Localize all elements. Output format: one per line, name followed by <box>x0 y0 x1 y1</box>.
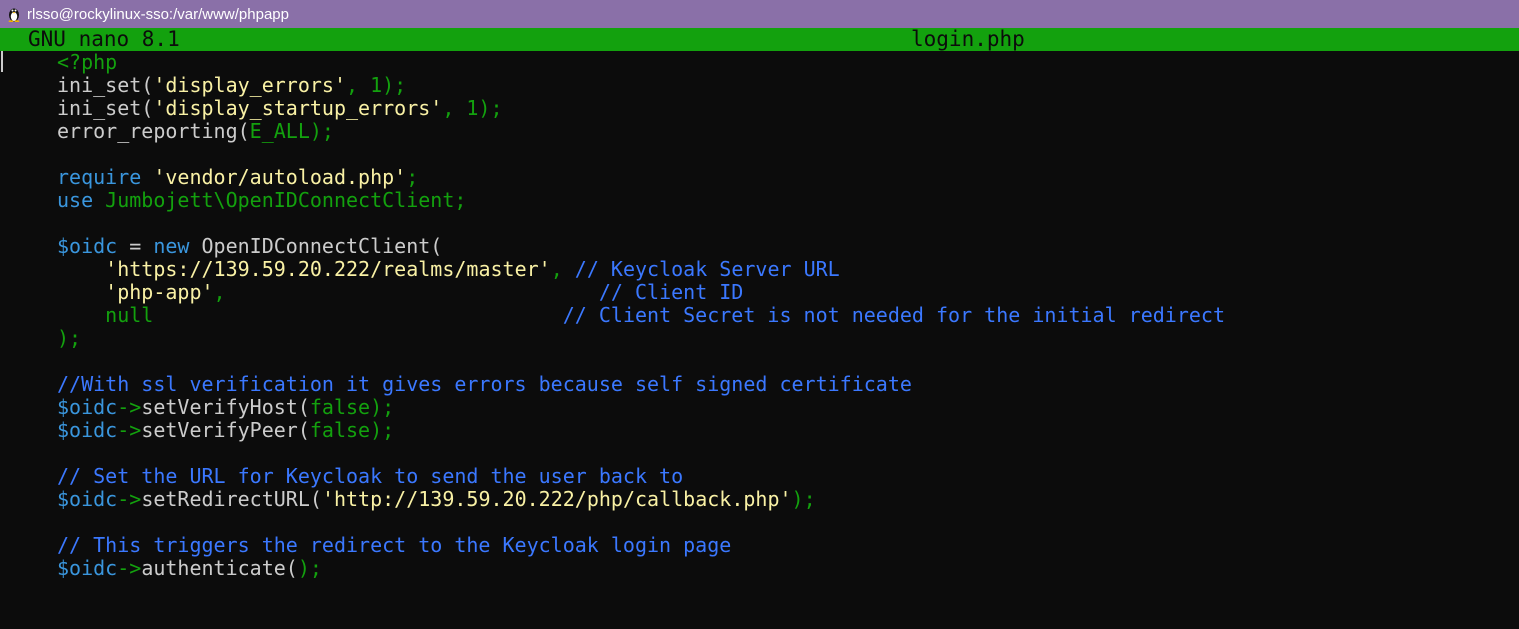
code-token: -> <box>117 556 142 580</box>
code-line[interactable]: 'php-app', // Client ID <box>57 281 1225 304</box>
code-token: ini_set( <box>57 96 154 120</box>
window-title: rlsso@rockylinux-sso:/var/www/phpapp <box>27 5 289 23</box>
code-token: use <box>57 188 106 212</box>
code-line[interactable]: $oidc->setRedirectURL('http://139.59.20.… <box>57 488 1225 511</box>
code-line[interactable]: null // Client Secret is not needed for … <box>57 304 1225 327</box>
code-token: 'https://139.59.20.222/realms/master' <box>105 257 551 281</box>
code-line[interactable]: <?php <box>57 51 1225 74</box>
code-token: ); <box>297 556 322 580</box>
code-token: , <box>550 257 575 281</box>
code-token: 'http://139.59.20.222/php/callback.php' <box>321 487 792 511</box>
code-line[interactable]: $oidc->setVerifyPeer(false); <box>57 419 1225 442</box>
code-token: setVerifyPeer( <box>141 418 310 442</box>
code-token: -> <box>117 395 142 419</box>
code-token: setVerifyHost( <box>141 395 310 419</box>
code-token: setRedirectURL( <box>141 487 322 511</box>
code-token: false); <box>309 395 395 419</box>
text-cursor <box>1 51 3 72</box>
code-token: // Client ID <box>598 280 744 304</box>
code-token: new <box>153 234 202 258</box>
code-line[interactable]: require 'vendor/autoload.php'; <box>57 166 1225 189</box>
code-line[interactable]: 'https://139.59.20.222/realms/master', /… <box>57 258 1225 281</box>
code-token: , <box>213 280 599 304</box>
nano-header-bar: GNU nano 8.1 login.php <box>0 28 1519 51</box>
code-line[interactable]: // Set the URL for Keycloak to send the … <box>57 465 1225 488</box>
code-token: <?php <box>57 50 118 74</box>
code-line[interactable] <box>57 442 1225 465</box>
window-titlebar: rlsso@rockylinux-sso:/var/www/phpapp <box>0 0 1519 28</box>
code-token: authenticate( <box>141 556 298 580</box>
code-line[interactable] <box>57 350 1225 373</box>
code-line[interactable]: $oidc->authenticate(); <box>57 557 1225 580</box>
code-line[interactable] <box>57 212 1225 235</box>
code-token: E_ALL); <box>249 119 334 143</box>
code-token: $oidc <box>57 487 118 511</box>
editor-area[interactable]: <?php ini_set('display_errors', 1); ini_se… <box>0 51 1519 629</box>
code-token: // Client Secret is not needed for the i… <box>562 303 1225 327</box>
code-token: 'display_errors' <box>153 73 346 97</box>
code-line[interactable]: //With ssl verification it gives errors … <box>57 373 1225 396</box>
code-token: null <box>105 303 563 327</box>
code-line[interactable] <box>57 143 1225 166</box>
code-token: error_reporting( <box>57 119 250 143</box>
code-token: = <box>117 234 154 258</box>
code-token: ); <box>791 487 816 511</box>
code-line[interactable]: ); <box>57 327 1225 350</box>
code-token: -> <box>117 487 142 511</box>
code-line[interactable]: // This triggers the redirect to the Key… <box>57 534 1225 557</box>
code-token: -> <box>117 418 142 442</box>
code-token: $oidc <box>57 556 118 580</box>
code-token: OpenIDConnectClient( <box>201 234 443 258</box>
code-token: $oidc <box>57 418 118 442</box>
code-line[interactable]: ini_set('display_startup_errors', 1); <box>57 97 1225 120</box>
code-line[interactable] <box>57 511 1225 534</box>
code-token: , 1); <box>345 73 407 97</box>
code-token: ini_set( <box>57 73 154 97</box>
code-token: 'php-app' <box>105 280 214 304</box>
code-content[interactable]: <?php ini_set('display_errors', 1); ini_se… <box>57 51 1225 580</box>
code-line[interactable]: $oidc->setVerifyHost(false); <box>57 396 1225 419</box>
code-line[interactable]: use Jumbojett\OpenIDConnectClient; <box>57 189 1225 212</box>
code-token: // Keycloak Server URL <box>574 257 840 281</box>
code-token: require <box>57 165 154 189</box>
file-name: login.php <box>911 27 1025 51</box>
code-token: ; <box>406 165 419 189</box>
code-token: 'vendor/autoload.php' <box>153 165 407 189</box>
code-token: $oidc <box>57 234 118 258</box>
code-token: Jumbojett\OpenIDConnectClient; <box>105 188 467 212</box>
code-token: 'display_startup_errors' <box>153 96 443 120</box>
code-token: //With ssl verification it gives errors … <box>57 372 912 396</box>
code-token: $oidc <box>57 395 118 419</box>
nano-version: GNU nano 8.1 <box>28 27 180 51</box>
code-line[interactable]: $oidc = new OpenIDConnectClient( <box>57 235 1225 258</box>
code-token: false); <box>309 418 395 442</box>
code-token: , 1); <box>442 96 503 120</box>
code-token: ); <box>57 326 82 350</box>
tux-penguin-icon <box>7 6 21 23</box>
code-token: // This triggers the redirect to the Key… <box>57 533 732 557</box>
code-line[interactable]: ini_set('display_errors', 1); <box>57 74 1225 97</box>
code-token: // Set the URL for Keycloak to send the … <box>57 464 684 488</box>
code-line[interactable]: error_reporting(E_ALL); <box>57 120 1225 143</box>
